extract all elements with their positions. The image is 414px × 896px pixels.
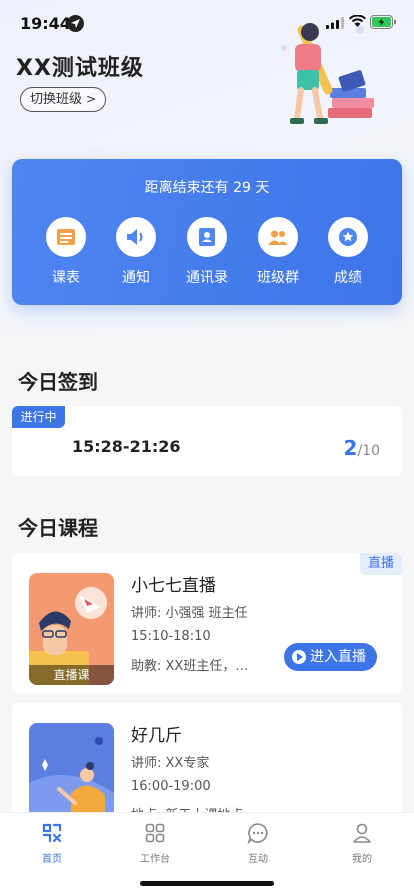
checkin-card[interactable]: 进行中 15:28-21:26 2/10 xyxy=(12,406,402,476)
quick-action-label: 通知 xyxy=(122,270,150,286)
courses-section-title: 今日课程 xyxy=(18,516,98,540)
play-icon xyxy=(292,650,306,664)
status-time: 19:44 xyxy=(20,14,71,33)
class-title: XX测试班级 xyxy=(16,56,144,81)
course-name: 小七七直播 xyxy=(131,576,216,596)
tab-interaction[interactable]: 互动 xyxy=(218,821,298,865)
speaker-icon xyxy=(116,217,156,257)
group-icon xyxy=(258,217,298,257)
chat-icon xyxy=(247,823,268,845)
switch-class-label: 切换班级 xyxy=(30,92,83,107)
switch-class-button[interactable]: 切换班级 > xyxy=(20,87,107,112)
tab-profile[interactable]: 我的 xyxy=(322,821,402,865)
checkin-time-range: 15:28-21:26 xyxy=(72,437,181,456)
course-assistant: 助教: XX班主任，… xyxy=(131,659,249,674)
enter-live-label: 进入直播 xyxy=(310,649,366,665)
tab-label: 互动 xyxy=(248,854,268,865)
quick-action-label: 通讯录 xyxy=(186,270,228,286)
course-card[interactable]: 好几斤 讲师: XX专家 16:00-19:00 地点: 新天上课地点 xyxy=(12,703,402,812)
tab-workbench[interactable]: 工作台 xyxy=(115,821,195,865)
quick-action-notice[interactable]: 通知 xyxy=(103,217,169,287)
checkin-done-count: 2 xyxy=(343,436,358,460)
course-name: 好几斤 xyxy=(131,726,182,746)
location-arrow-icon xyxy=(67,15,84,32)
quick-action-grades[interactable]: 成绩 xyxy=(315,217,381,287)
tab-label: 工作台 xyxy=(140,854,170,865)
course-teacher: 讲师: XX专家 xyxy=(131,756,210,771)
course-card[interactable]: 直播课 直播 小七七直播 讲师: 小强强 班主任 15:10-18:10 助教:… xyxy=(12,553,402,693)
chevron-right-icon: > xyxy=(86,92,97,106)
course-time: 16:00-19:00 xyxy=(131,779,211,794)
course-thumbnail: 直播课 xyxy=(29,573,114,685)
enter-live-button[interactable]: 进入直播 xyxy=(284,643,377,671)
grade-star-icon xyxy=(328,217,368,257)
course-teacher: 讲师: 小强强 班主任 xyxy=(131,606,248,621)
home-indicator xyxy=(140,881,274,886)
profile-icon xyxy=(353,823,371,843)
checkin-total: /10 xyxy=(357,443,380,459)
contacts-icon xyxy=(187,217,227,257)
course-location: 地点: 新天上课地点 xyxy=(131,804,244,812)
course-type-tag: 直播课 xyxy=(29,665,114,685)
live-badge: 直播 xyxy=(360,553,402,575)
countdown-text: 距离结束还有 29 天 xyxy=(144,180,270,196)
quick-action-label: 班级群 xyxy=(257,270,299,286)
quick-action-contacts[interactable]: 通讯录 xyxy=(174,217,240,287)
tab-home[interactable]: 首页 xyxy=(12,821,92,865)
quick-action-label: 成绩 xyxy=(334,270,362,286)
countdown-card: 距离结束还有 29 天 课表 通知 通讯录 班级群 成绩 xyxy=(12,159,402,305)
tab-label: 首页 xyxy=(42,854,62,865)
status-badge: 进行中 xyxy=(12,406,65,428)
schedule-icon xyxy=(46,217,86,257)
quick-action-class-group[interactable]: 班级群 xyxy=(245,217,311,287)
header-illustration xyxy=(281,23,374,124)
quick-action-label: 课表 xyxy=(52,270,80,286)
workbench-icon xyxy=(145,823,165,843)
quick-action-schedule[interactable]: 课表 xyxy=(33,217,99,287)
tab-label: 我的 xyxy=(352,854,372,865)
checkin-section-title: 今日签到 xyxy=(18,370,98,394)
course-time: 15:10-18:10 xyxy=(131,629,211,644)
course-thumbnail xyxy=(29,723,114,812)
checkin-count: 2/10 xyxy=(344,436,380,460)
home-icon xyxy=(42,823,62,843)
